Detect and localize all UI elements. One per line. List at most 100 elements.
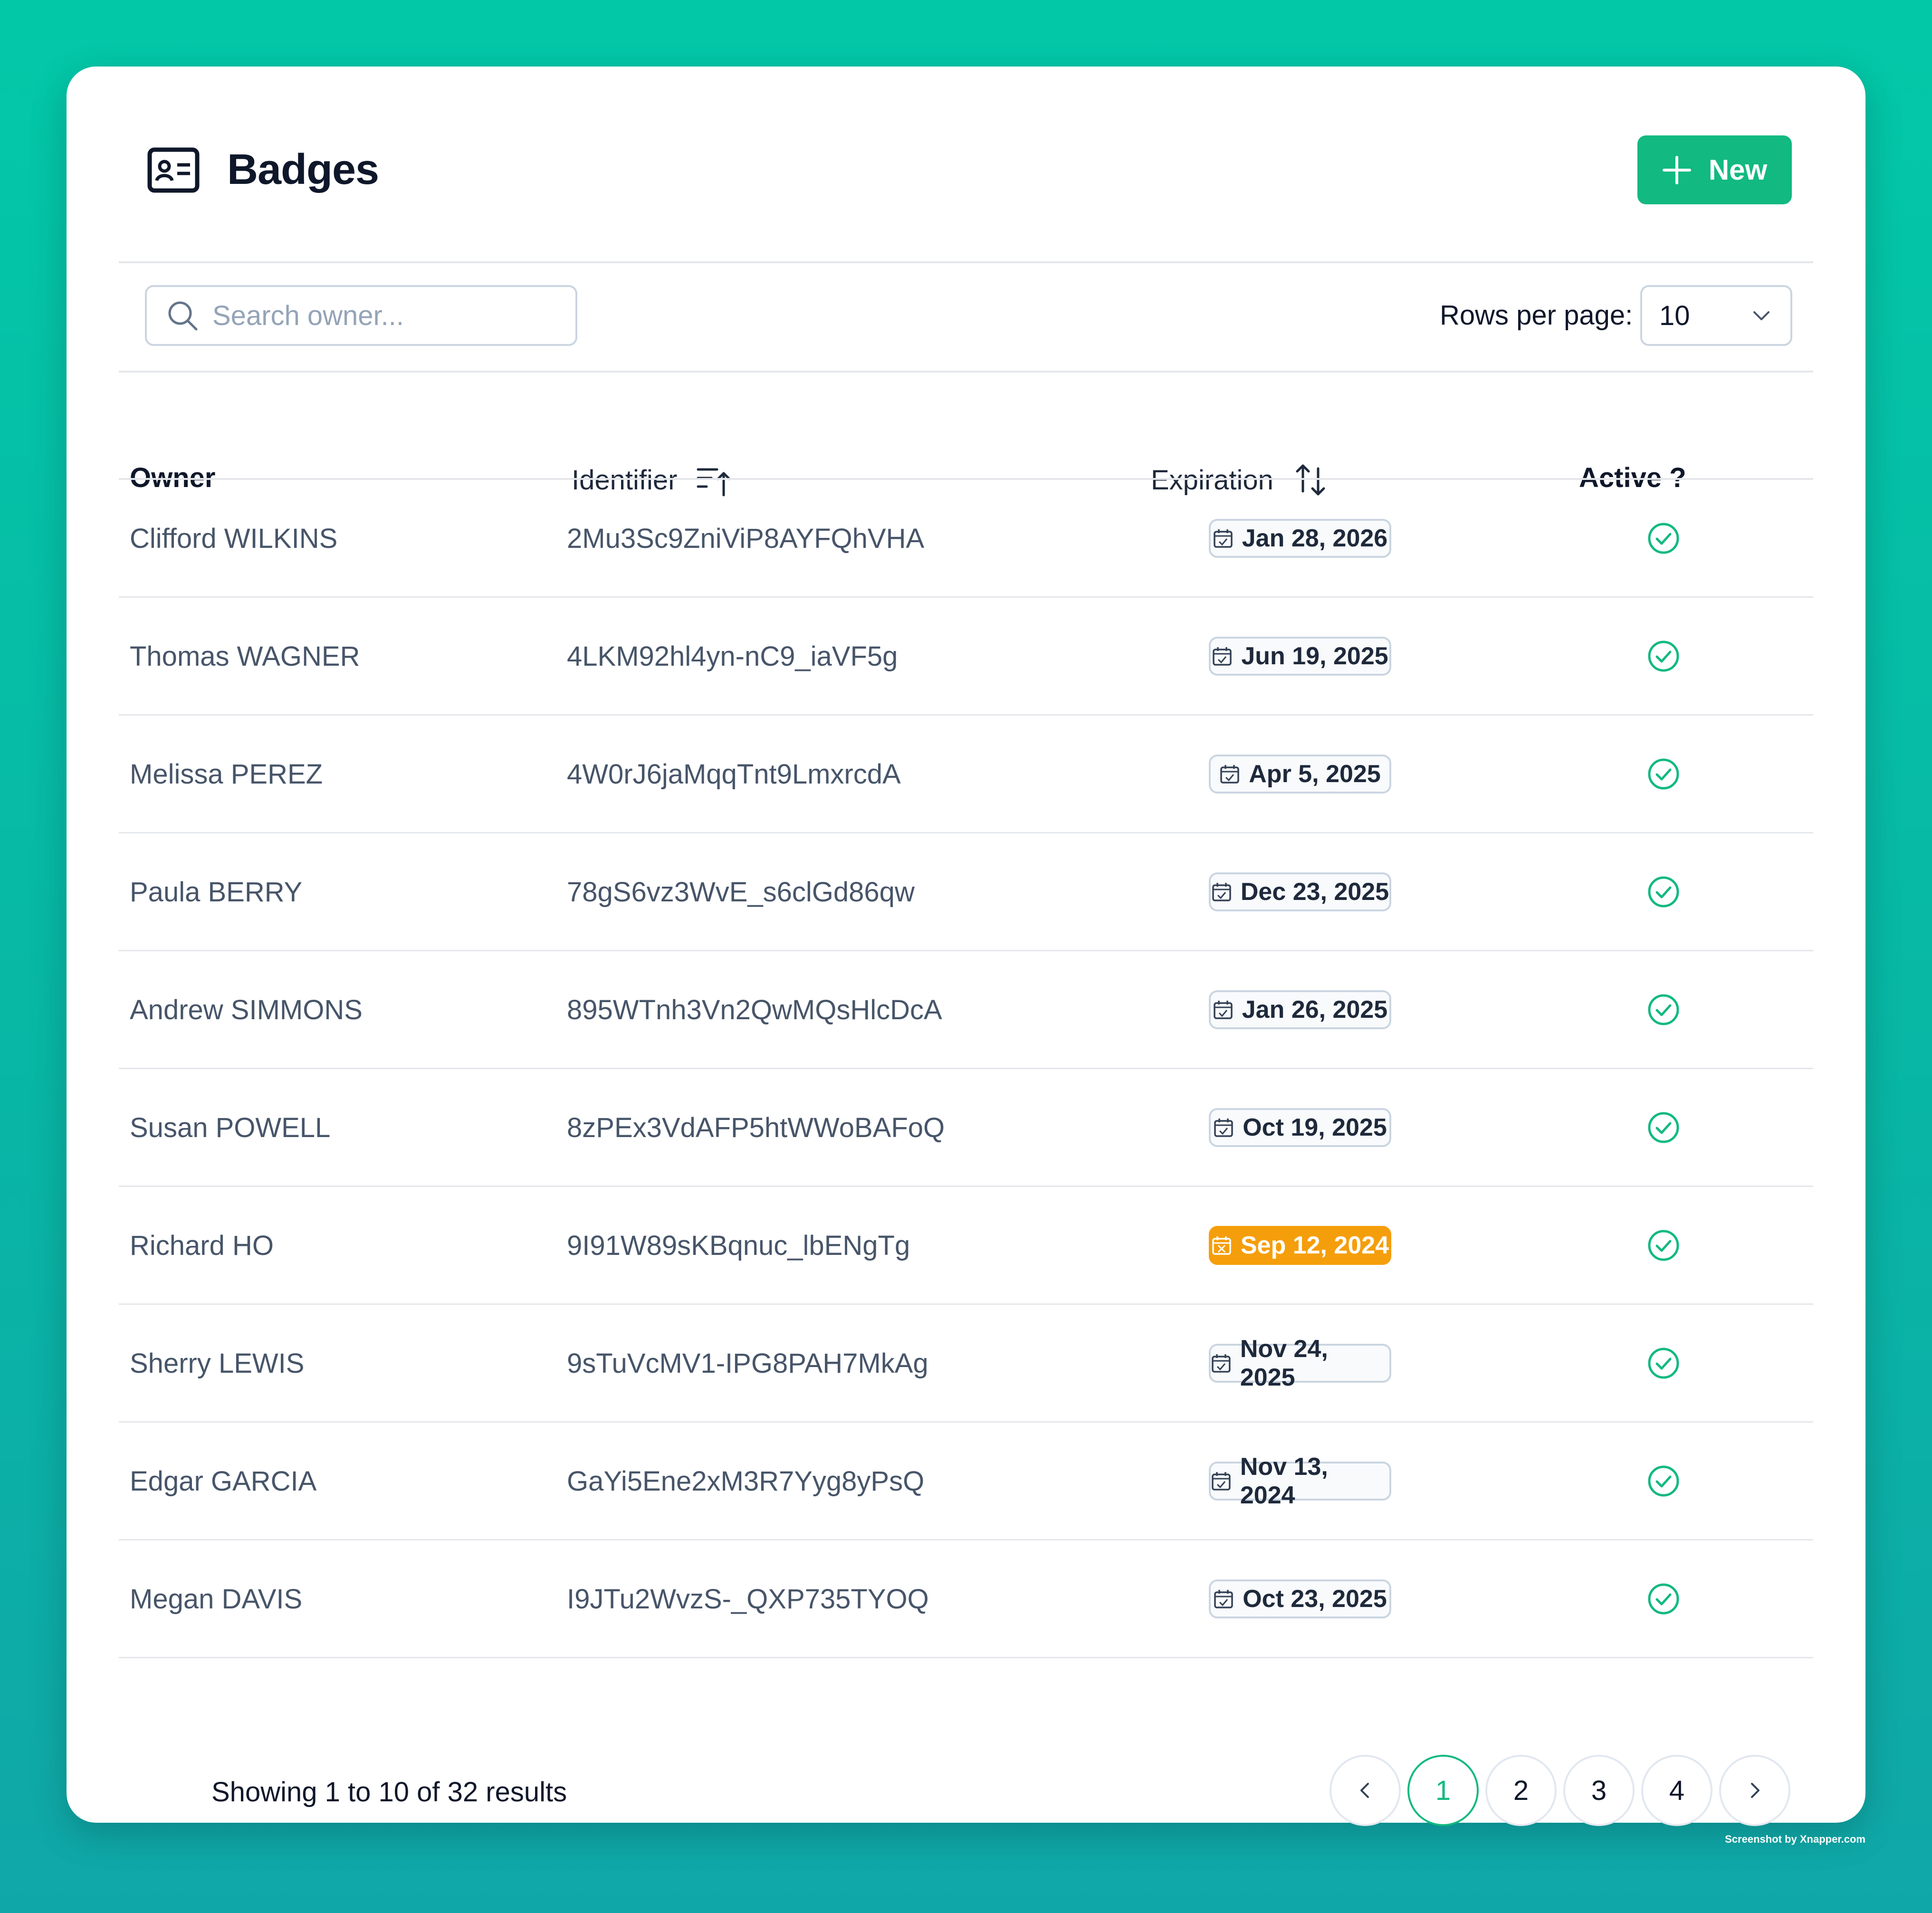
calendar-check-icon bbox=[1213, 647, 1232, 666]
date-text: Jan 26, 2025 bbox=[1242, 996, 1388, 1023]
to-word: to bbox=[348, 1777, 371, 1808]
table-row[interactable]: Megan DAVIS I9JTu2WvzS-_QXP735TYOQ Oct 23,… bbox=[119, 1540, 1813, 1658]
date-badge: Jan 28, 2026 bbox=[1209, 519, 1391, 558]
owner-cell: Megan DAVIS bbox=[130, 1583, 303, 1615]
active-cell bbox=[1646, 597, 1681, 715]
expiration-cell: Jun 19, 2025 bbox=[1209, 597, 1391, 715]
expiration-cell: Oct 23, 2025 bbox=[1209, 1540, 1391, 1658]
identifier-cell: 9I91W89sKBqnuc_lbENgTg bbox=[567, 1230, 910, 1261]
date-text: Apr 5, 2025 bbox=[1249, 760, 1381, 788]
identifier-cell: I9JTu2WvzS-_QXP735TYOQ bbox=[567, 1583, 929, 1615]
row-divider bbox=[119, 1657, 1813, 1658]
table-row[interactable]: Thomas WAGNER 4LKM92hl4yn-nC9_iaVF5g Jun 1… bbox=[119, 597, 1813, 715]
page-number: 3 bbox=[1591, 1775, 1607, 1806]
calendar-check-icon bbox=[1214, 1590, 1233, 1608]
expiration-cell: Jan 28, 2026 bbox=[1209, 479, 1391, 597]
expiration-cell: Nov 13, 2024 bbox=[1209, 1422, 1391, 1540]
previous-page-button[interactable] bbox=[1329, 1755, 1401, 1826]
date-text: Jun 19, 2025 bbox=[1241, 642, 1388, 670]
page-number: 1 bbox=[1435, 1775, 1451, 1806]
date-badge: Oct 23, 2025 bbox=[1209, 1579, 1391, 1618]
table-row[interactable]: Richard HO 9I91W89sKBqnuc_lbENgTg Sep 12, … bbox=[119, 1186, 1813, 1304]
search-box[interactable] bbox=[145, 285, 577, 346]
expiration-cell: Oct 19, 2025 bbox=[1209, 1069, 1391, 1186]
date-badge: Nov 13, 2024 bbox=[1209, 1453, 1391, 1509]
page-header: Badges New bbox=[147, 135, 1792, 204]
calendar-check-icon bbox=[1212, 1354, 1231, 1373]
page-button-3[interactable]: 3 bbox=[1563, 1755, 1635, 1826]
table-row[interactable]: Melissa PEREZ 4W0rJ6jaMqqTnt9LmxrcdA Apr 5… bbox=[119, 715, 1813, 833]
owner-cell: Susan POWELL bbox=[130, 1112, 331, 1143]
table-row[interactable]: Clifford WILKINS 2Mu3Sc9ZniViP8AYFQhVHA Ja… bbox=[119, 479, 1813, 597]
results-to: 10 bbox=[378, 1777, 410, 1808]
active-cell bbox=[1646, 715, 1681, 833]
page-number: 4 bbox=[1669, 1775, 1685, 1806]
check-circle-icon bbox=[1648, 1583, 1679, 1615]
owner-cell: Richard HO bbox=[130, 1230, 274, 1261]
page-title: Badges bbox=[227, 146, 379, 193]
check-circle-icon bbox=[1648, 523, 1679, 554]
watermark: Screenshot by Xnapper.com bbox=[1725, 1833, 1865, 1845]
new-badge-button[interactable]: New bbox=[1637, 135, 1792, 204]
results-summary: Showing 1 to 10 of 32 results bbox=[211, 1776, 567, 1808]
table-row[interactable]: Edgar GARCIA GaYi5Ene2xM3R7Yyg8yPsQ Nov 13… bbox=[119, 1422, 1813, 1540]
identifier-cell: GaYi5Ene2xM3R7Yyg8yPsQ bbox=[567, 1465, 925, 1497]
expiration-cell: Jan 26, 2025 bbox=[1209, 951, 1391, 1069]
expiration-cell: Sep 12, 2024 bbox=[1209, 1186, 1391, 1304]
page-button-1[interactable]: 1 bbox=[1407, 1755, 1479, 1826]
owner-cell: Melissa PEREZ bbox=[130, 758, 323, 790]
rows-per-page-select[interactable]: 10 bbox=[1640, 285, 1792, 346]
date-text: Nov 13, 2024 bbox=[1240, 1453, 1328, 1509]
owner-cell: Edgar GARCIA bbox=[130, 1465, 317, 1497]
date-badge: Jan 26, 2025 bbox=[1209, 990, 1391, 1029]
of-word: of bbox=[417, 1777, 440, 1808]
title-wrap: Badges bbox=[147, 135, 379, 204]
search-input[interactable] bbox=[212, 299, 564, 332]
calendar-check-icon bbox=[1212, 883, 1231, 901]
calendar-check-icon bbox=[1212, 1472, 1231, 1491]
active-cell bbox=[1646, 833, 1681, 951]
owner-cell: Andrew SIMMONS bbox=[130, 994, 363, 1025]
check-circle-icon bbox=[1648, 1465, 1679, 1497]
check-circle-icon bbox=[1648, 1348, 1679, 1379]
table-row[interactable]: Andrew SIMMONS 895WTnh3Vn2QwMQsHlcDcA Jan … bbox=[119, 951, 1813, 1069]
active-cell bbox=[1646, 951, 1681, 1069]
table-row[interactable]: Sherry LEWIS 9sTuVcMV1-IPG8PAH7MkAg Nov 24… bbox=[119, 1304, 1813, 1422]
active-cell bbox=[1646, 479, 1681, 597]
check-circle-icon bbox=[1648, 1112, 1679, 1143]
owner-cell: Thomas WAGNER bbox=[130, 641, 360, 672]
date-text: Oct 19, 2025 bbox=[1243, 1114, 1387, 1141]
results-word: results bbox=[486, 1777, 567, 1808]
active-cell bbox=[1646, 1304, 1681, 1422]
results-total: 32 bbox=[447, 1777, 478, 1808]
identifier-cell: 2Mu3Sc9ZniViP8AYFQhVHA bbox=[567, 523, 925, 554]
chevron-down-icon bbox=[1753, 311, 1769, 320]
new-button-label: New bbox=[1708, 154, 1768, 186]
active-cell bbox=[1646, 1540, 1681, 1658]
owner-cell: Clifford WILKINS bbox=[130, 523, 338, 554]
table-row[interactable]: Paula BERRY 78gS6vz3WvE_s6clGd86qw Dec 23,… bbox=[119, 833, 1813, 951]
results-from: 1 bbox=[325, 1777, 340, 1808]
check-circle-icon bbox=[1648, 994, 1679, 1025]
expired-date-badge: Sep 12, 2024 bbox=[1209, 1226, 1391, 1265]
pagination: 1 2 3 4 bbox=[1329, 1755, 1790, 1826]
identifier-cell: 8zPEx3VdAFP5htWWoBAFoQ bbox=[567, 1112, 945, 1143]
identifier-cell: 4LKM92hl4yn-nC9_iaVF5g bbox=[567, 641, 898, 672]
date-text: Nov 24, 2025 bbox=[1240, 1335, 1328, 1391]
active-cell bbox=[1646, 1186, 1681, 1304]
expiration-cell: Nov 24, 2025 bbox=[1209, 1304, 1391, 1422]
id-card-icon bbox=[147, 147, 200, 192]
calendar-check-icon bbox=[1220, 765, 1239, 784]
next-page-button[interactable] bbox=[1719, 1755, 1790, 1826]
page-button-4[interactable]: 4 bbox=[1641, 1755, 1712, 1826]
date-badge: Apr 5, 2025 bbox=[1209, 755, 1391, 794]
header-divider bbox=[119, 261, 1813, 263]
page-button-2[interactable]: 2 bbox=[1485, 1755, 1557, 1826]
showing-word: Showing bbox=[211, 1777, 317, 1808]
date-text: Sep 12, 2024 bbox=[1240, 1232, 1389, 1259]
check-circle-icon bbox=[1648, 758, 1679, 790]
calendar-check-icon bbox=[1214, 529, 1233, 548]
expiration-cell: Dec 23, 2025 bbox=[1209, 833, 1391, 951]
calendar-check-icon bbox=[1214, 1119, 1233, 1137]
table-row[interactable]: Susan POWELL 8zPEx3VdAFP5htWWoBAFoQ Oct 19… bbox=[119, 1069, 1813, 1186]
